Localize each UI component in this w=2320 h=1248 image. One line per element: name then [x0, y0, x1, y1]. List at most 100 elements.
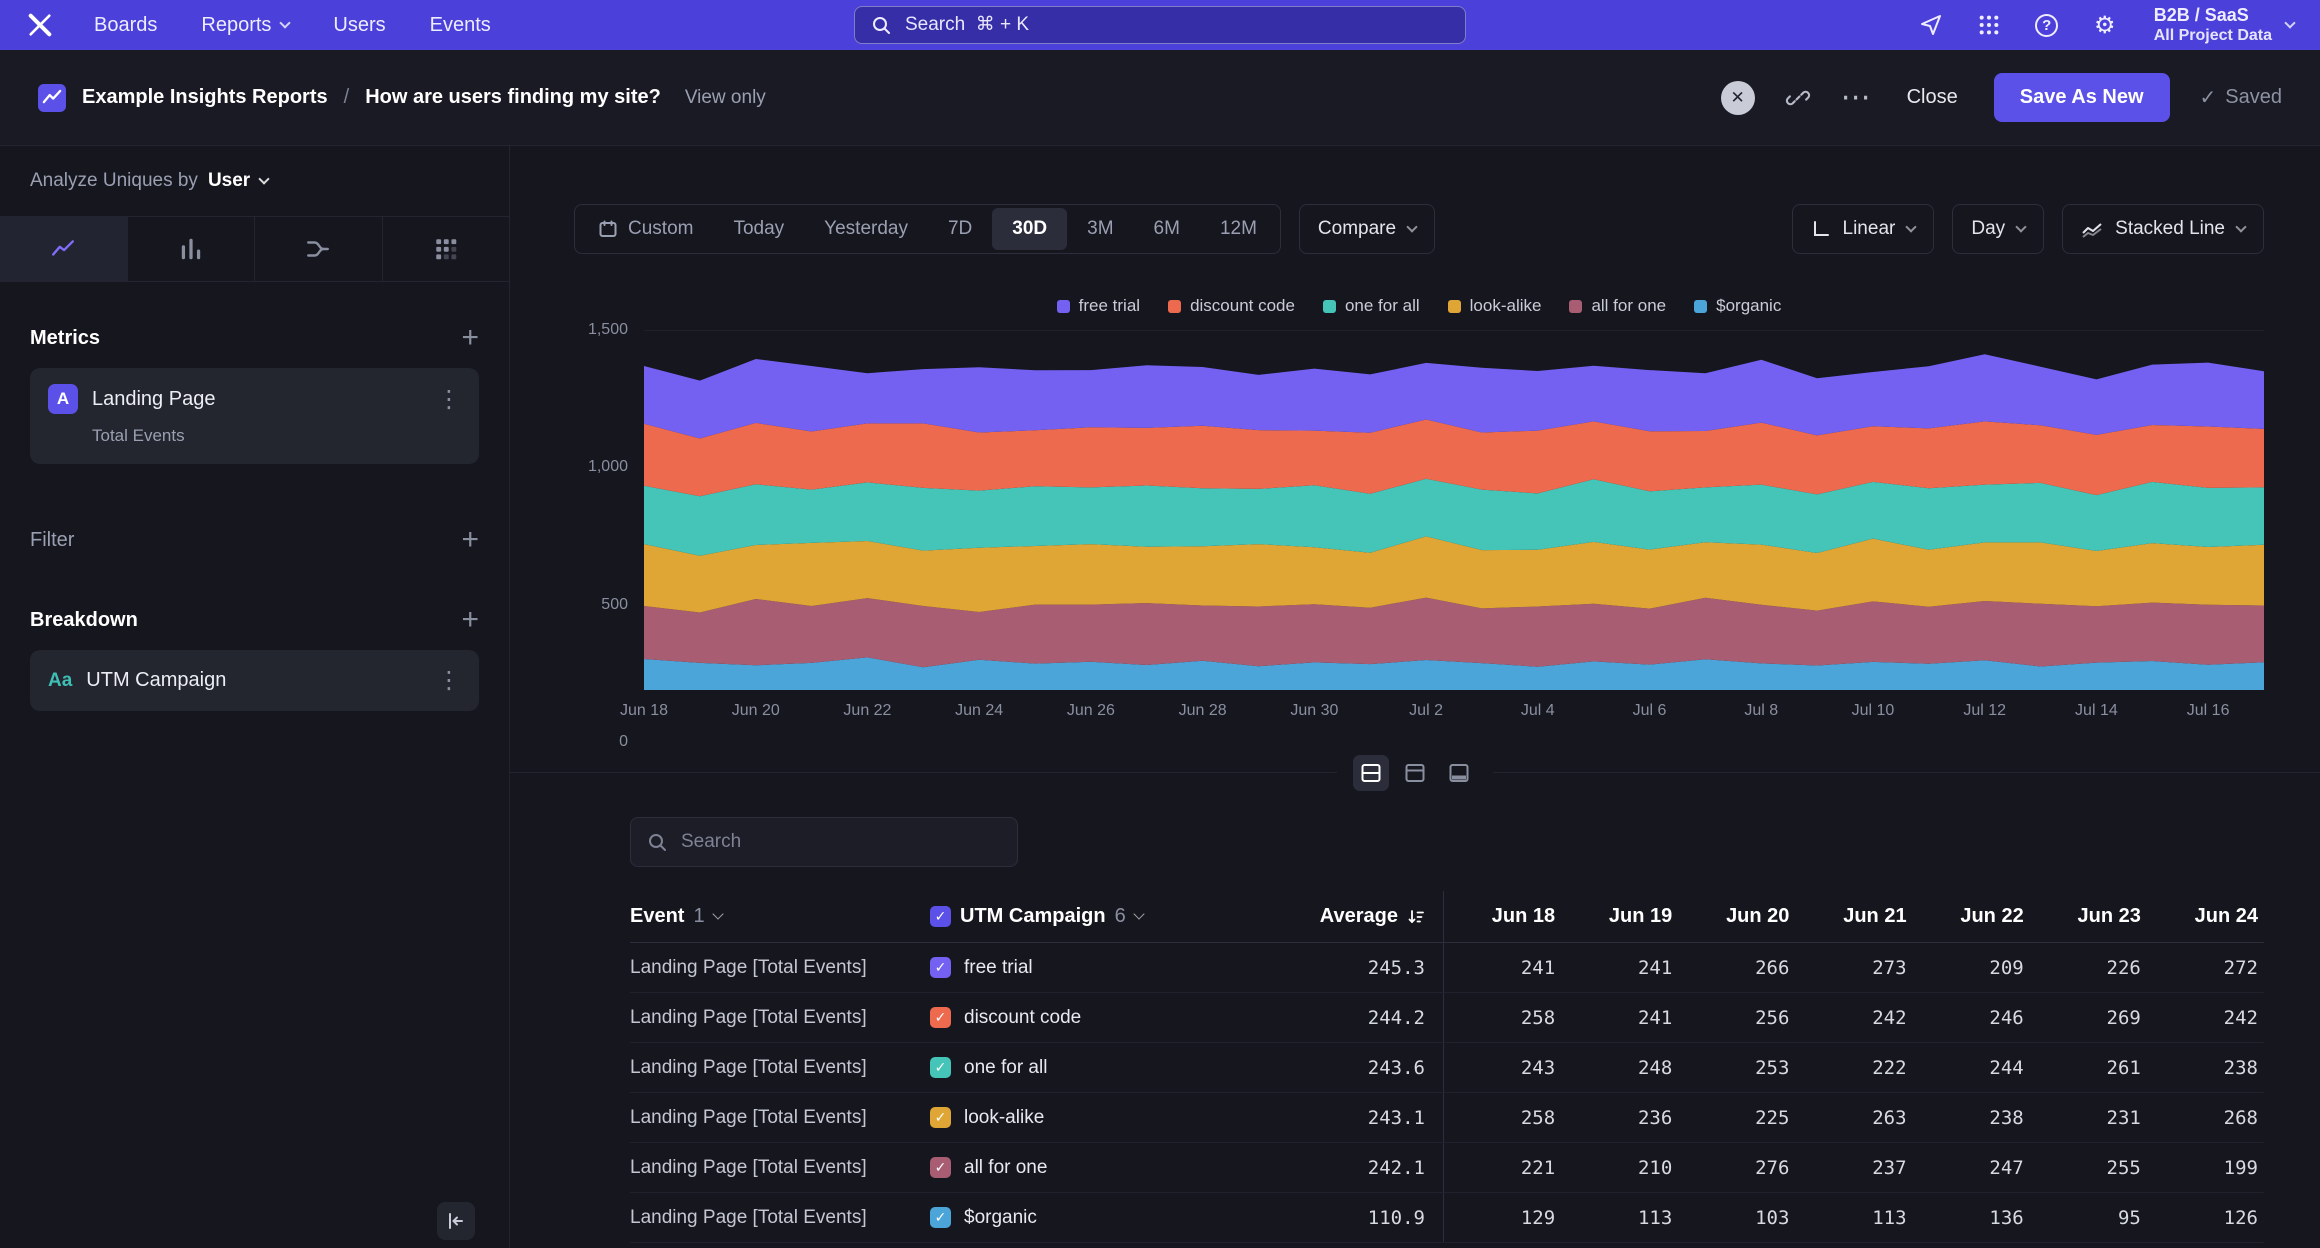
tab-insights[interactable] — [0, 217, 128, 281]
table-row[interactable]: Landing Page [Total Events]✓free trial24… — [630, 943, 2264, 993]
table-cell-event: Landing Page [Total Events] — [630, 1057, 930, 1079]
row-checkbox[interactable]: ✓ — [930, 1207, 951, 1228]
range-6m-button[interactable]: 6M — [1134, 208, 1200, 250]
column-header-day[interactable]: Jun 24 — [2147, 891, 2264, 942]
row-checkbox[interactable]: ✓ — [930, 1107, 951, 1128]
global-search-input[interactable] — [903, 13, 1449, 37]
row-checkbox[interactable]: ✓ — [930, 957, 951, 978]
project-selector[interactable]: B2B / SaaS All Project Data — [2154, 5, 2294, 46]
legend-swatch — [1569, 300, 1582, 313]
nav-users[interactable]: Users — [333, 14, 385, 37]
table-cell-value: 248 — [1561, 1057, 1678, 1079]
report-main: Custom Today Yesterday 7D 30D 3M 6M 12M … — [510, 146, 2320, 1248]
row-checkbox[interactable]: ✓ — [930, 1057, 951, 1078]
nav-reports[interactable]: Reports — [201, 14, 289, 37]
chart-type-button[interactable]: Stacked Line — [2062, 204, 2264, 254]
settings-gear-icon[interactable]: ⚙ — [2090, 10, 2120, 40]
chevron-down-icon — [2015, 221, 2026, 232]
metric-card[interactable]: A Landing Page ⋮ Total Events — [30, 368, 479, 464]
legend-item[interactable]: all for one — [1569, 296, 1666, 316]
column-header-day[interactable]: Jun 21 — [1795, 891, 1912, 942]
granularity-button[interactable]: Day — [1952, 204, 2044, 254]
table-row[interactable]: Landing Page [Total Events]✓look-alike24… — [630, 1093, 2264, 1143]
collapse-left-icon — [446, 1211, 466, 1231]
value-scale-button[interactable]: Linear — [1792, 204, 1935, 254]
breakdown-card[interactable]: Aa UTM Campaign ⋮ — [30, 650, 479, 711]
column-header-day[interactable]: Jun 19 — [1561, 891, 1678, 942]
add-breakdown-button[interactable]: + — [461, 608, 479, 632]
tab-flows[interactable] — [255, 217, 383, 281]
column-header-utm-campaign[interactable]: ✓ UTM Campaign 6 — [930, 891, 1266, 942]
close-button[interactable]: Close — [1901, 85, 1964, 110]
analyze-label: Analyze Uniques by — [30, 170, 198, 192]
view-chart-only-button[interactable] — [1397, 755, 1433, 791]
help-icon[interactable]: ? — [2032, 10, 2062, 40]
kebab-menu-icon[interactable]: ⋮ — [437, 385, 461, 414]
split-view-icon — [1360, 762, 1382, 784]
y-axis: 1,500 1,000 500 0 — [574, 330, 644, 742]
table-row[interactable]: Landing Page [Total Events]✓one for all 2… — [630, 1043, 2264, 1093]
select-all-checkbox[interactable]: ✓ — [930, 906, 951, 927]
row-checkbox[interactable]: ✓ — [930, 1007, 951, 1028]
add-filter-button[interactable]: + — [461, 528, 479, 552]
table-cell-value: 113 — [1561, 1207, 1678, 1229]
chevron-down-icon — [280, 17, 291, 28]
range-7d-button[interactable]: 7D — [928, 208, 992, 250]
send-icon[interactable] — [1916, 10, 1946, 40]
report-title[interactable]: How are users finding my site? — [365, 86, 661, 109]
table-row[interactable]: Landing Page [Total Events]✓$organic110.… — [630, 1193, 2264, 1243]
table-cell-value: 103 — [1678, 1207, 1795, 1229]
column-header-day[interactable]: Jun 20 — [1678, 891, 1795, 942]
nav-events[interactable]: Events — [430, 14, 491, 37]
table-cell-campaign: ✓one for all — [930, 1057, 1266, 1079]
table-cell-value: 243 — [1444, 1057, 1561, 1079]
table-search-input[interactable] — [679, 830, 1001, 854]
table-body: Landing Page [Total Events]✓free trial24… — [630, 943, 2264, 1243]
legend-item[interactable]: discount code — [1168, 296, 1295, 316]
compare-button[interactable]: Compare — [1299, 204, 1435, 254]
mixpanel-app: Boards Reports Users Events ? ⚙ B2B — [0, 0, 2320, 1248]
range-12m-button[interactable]: 12M — [1200, 208, 1277, 250]
range-30d-button[interactable]: 30D — [992, 208, 1067, 250]
table-row[interactable]: Landing Page [Total Events]✓discount cod… — [630, 993, 2264, 1043]
dismiss-circle-icon[interactable]: ✕ — [1721, 81, 1755, 115]
breadcrumb-collection[interactable]: Example Insights Reports — [82, 86, 328, 109]
mixpanel-logo[interactable] — [26, 11, 54, 39]
column-header-day[interactable]: Jun 23 — [2030, 891, 2147, 942]
range-today-button[interactable]: Today — [713, 208, 804, 250]
tab-retention[interactable] — [383, 217, 510, 281]
column-header-event[interactable]: Event 1 — [630, 891, 930, 942]
table-cell-value: 113 — [1795, 1207, 1912, 1229]
legend-item[interactable]: one for all — [1323, 296, 1420, 316]
date-range-group: Custom Today Yesterday 7D 30D 3M 6M 12M — [574, 204, 1281, 254]
row-checkbox[interactable]: ✓ — [930, 1157, 951, 1178]
column-header-day[interactable]: Jun 22 — [1913, 891, 2030, 942]
global-search[interactable] — [854, 6, 1466, 44]
apps-grid-icon[interactable] — [1974, 10, 2004, 40]
legend-item[interactable]: look-alike — [1448, 296, 1542, 316]
range-3m-button[interactable]: 3M — [1067, 208, 1133, 250]
legend-item[interactable]: $organic — [1694, 296, 1781, 316]
view-table-only-button[interactable] — [1441, 755, 1477, 791]
add-metric-button[interactable]: + — [461, 326, 479, 350]
tab-funnels[interactable] — [128, 217, 256, 281]
range-custom-button[interactable]: Custom — [578, 208, 713, 250]
column-header-average[interactable]: Average — [1266, 891, 1444, 942]
table-search[interactable] — [630, 817, 1018, 867]
view-chart-and-table-button[interactable] — [1353, 755, 1389, 791]
plot-area[interactable]: Jun 18Jun 20Jun 22Jun 24Jun 26Jun 28Jun … — [644, 330, 2264, 742]
column-header-day[interactable]: Jun 18 — [1444, 891, 1561, 942]
table-cell-value: 225 — [1678, 1107, 1795, 1129]
kebab-menu-icon[interactable]: ⋮ — [437, 666, 461, 695]
search-icon — [647, 832, 667, 852]
collapse-sidebar-button[interactable] — [437, 1202, 475, 1240]
metric-aggregation[interactable]: Total Events — [92, 426, 461, 446]
analyze-entity-selector[interactable]: User — [208, 170, 268, 192]
copy-link-icon[interactable] — [1785, 85, 1811, 111]
table-row[interactable]: Landing Page [Total Events]✓all for one2… — [630, 1143, 2264, 1193]
save-as-new-button[interactable]: Save As New — [1994, 73, 2170, 122]
top-panel-icon — [1404, 762, 1426, 784]
legend-item[interactable]: free trial — [1057, 296, 1140, 316]
range-yesterday-button[interactable]: Yesterday — [804, 208, 928, 250]
nav-boards[interactable]: Boards — [94, 14, 157, 37]
